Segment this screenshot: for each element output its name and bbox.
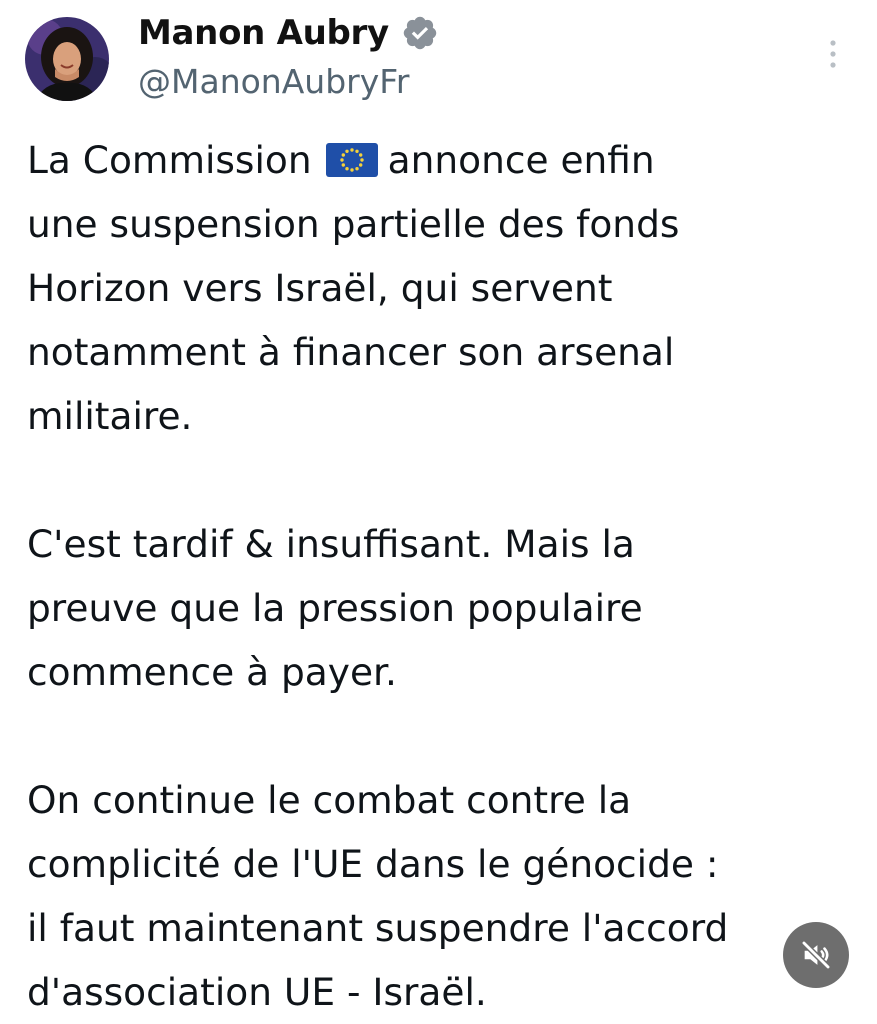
tweet-text-segment: annonce enfin <box>387 138 655 182</box>
eu-flag-icon <box>325 132 378 177</box>
mute-toggle-button[interactable] <box>783 922 849 988</box>
author-name-row: Manon Aubry <box>138 8 439 58</box>
verified-badge-icon <box>401 14 439 52</box>
author-handle[interactable]: @ManonAubryFr <box>138 62 409 101</box>
more-options-button[interactable] <box>818 36 848 72</box>
tweet-line: militaire. <box>27 394 193 438</box>
avatar[interactable] <box>25 17 109 101</box>
tweet-line: On continue le combat contre la <box>27 778 632 822</box>
tweet-card: Manon Aubry @ManonAubryFr La Commission <box>0 0 877 1014</box>
tweet-line: une suspension partielle des fonds <box>27 202 680 246</box>
tweet-line: il faut maintenant suspendre l'accord <box>27 906 729 950</box>
tweet-line: Horizon vers Israël, qui servent <box>27 266 613 310</box>
tweet-line: commence à payer. <box>27 650 397 694</box>
tweet-line: preuve que la pression populaire <box>27 586 643 630</box>
tweet-line: d'association UE - Israël. <box>27 970 487 1014</box>
tweet-line: complicité de l'UE dans le génocide : <box>27 842 719 886</box>
tweet-text-segment: La Commission <box>27 138 312 182</box>
author-display-name[interactable]: Manon Aubry <box>138 13 389 53</box>
speaker-muted-icon <box>801 940 831 970</box>
tweet-line: C'est tardif & insuffisant. Mais la <box>27 522 635 566</box>
tweet-line: notamment à financer son arsenal <box>27 330 675 374</box>
tweet-line: La Commission annonce enfin <box>27 128 872 192</box>
vertical-ellipsis-icon <box>830 40 836 68</box>
tweet-text: La Commission annonce enfin une suspensi… <box>27 128 872 1024</box>
